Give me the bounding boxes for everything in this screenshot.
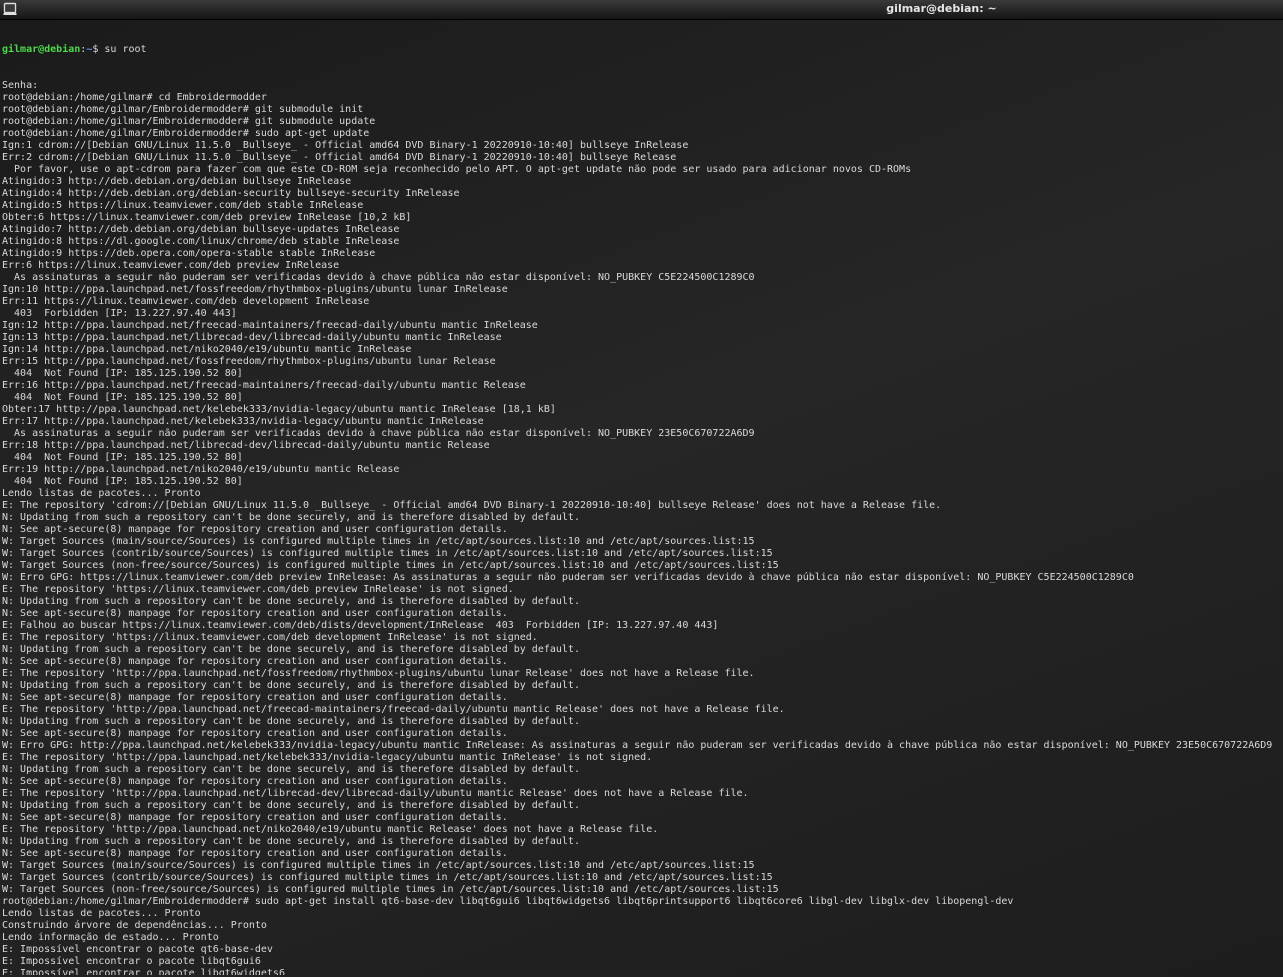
terminal-line: Atingido:9 https://deb.opera.com/opera-s…: [2, 248, 376, 259]
terminal-line: N: Updating from such a repository can't…: [2, 800, 580, 811]
prompt-line: gilmar@debian:~$ su root: [2, 44, 1281, 56]
terminal-line: root@debian:/home/gilmar/Embroidermodder…: [2, 896, 1014, 907]
terminal-line: Obter:17 http://ppa.launchpad.net/kelebe…: [2, 404, 556, 415]
terminal-line: W: Target Sources (main/source/Sources) …: [2, 860, 755, 871]
terminal-line: W: Target Sources (contrib/source/Source…: [2, 548, 773, 559]
terminal-line: Atingido:8 https://dl.google.com/linux/c…: [2, 236, 400, 247]
terminal-line: Ign:12 http://ppa.launchpad.net/freecad-…: [2, 320, 538, 331]
terminal-line: N: See apt-secure(8) manpage for reposit…: [2, 848, 508, 859]
terminal-line: W: Erro GPG: http://ppa.launchpad.net/ke…: [2, 740, 1273, 751]
terminal-line: E: The repository 'https://linux.teamvie…: [2, 584, 514, 595]
terminal-line: N: See apt-secure(8) manpage for reposit…: [2, 812, 508, 823]
terminal-line: Atingido:3 http://deb.debian.org/debian …: [2, 176, 352, 187]
terminal-line: Lendo listas de pacotes... Pronto: [2, 908, 201, 919]
terminal-line: Err:19 http://ppa.launchpad.net/niko2040…: [2, 464, 400, 475]
terminal-line: 404 Not Found [IP: 185.125.190.52 80]: [2, 392, 243, 403]
terminal-line: Obter:6 https://linux.teamviewer.com/deb…: [2, 212, 412, 223]
command-text: su root: [98, 44, 147, 55]
terminal-line: E: The repository 'http://ppa.launchpad.…: [2, 788, 749, 799]
terminal-line: root@debian:/home/gilmar# cd Embroidermo…: [2, 92, 267, 103]
terminal-line: Por favor, use o apt-cdrom para fazer co…: [2, 164, 912, 175]
window-title: gilmar@debian: ~: [886, 2, 997, 15]
terminal-line: Ign:13 http://ppa.launchpad.net/librecad…: [2, 332, 502, 343]
terminal-line: E: The repository 'http://ppa.launchpad.…: [2, 752, 653, 763]
terminal-line: Lendo listas de pacotes... Pronto: [2, 488, 201, 499]
terminal-line: Ign:14 http://ppa.launchpad.net/niko2040…: [2, 344, 412, 355]
terminal-line: N: See apt-secure(8) manpage for reposit…: [2, 524, 508, 535]
terminal-line: N: Updating from such a repository can't…: [2, 716, 580, 727]
terminal-window: gilmar@debian: ~ gilmar@debian:~$ su roo…: [0, 0, 1283, 977]
terminal-line: N: See apt-secure(8) manpage for reposit…: [2, 692, 508, 703]
terminal-line: N: Updating from such a repository can't…: [2, 596, 580, 607]
terminal-line: Senha:: [2, 80, 39, 91]
terminal-line: N: See apt-secure(8) manpage for reposit…: [2, 728, 508, 739]
terminal-line: Ign:1 cdrom://[Debian GNU/Linux 11.5.0 _…: [2, 140, 689, 151]
terminal-line: root@debian:/home/gilmar/Embroidermodder…: [2, 104, 364, 115]
terminal-line: Construindo árvore de dependências... Pr…: [2, 920, 267, 931]
terminal-line: E: Impossível encontrar o pacote libqt6g…: [2, 956, 261, 967]
terminal-line: E: The repository 'cdrom://[Debian GNU/L…: [2, 500, 942, 511]
terminal-line: E: The repository 'https://linux.teamvie…: [2, 632, 538, 643]
terminal-line: Atingido:7 http://deb.debian.org/debian …: [2, 224, 400, 235]
terminal-line: E: Impossível encontrar o pacote libqt6w…: [2, 968, 285, 975]
terminal-line: Err:17 http://ppa.launchpad.net/kelebek3…: [2, 416, 484, 427]
terminal-line: 404 Not Found [IP: 185.125.190.52 80]: [2, 476, 243, 487]
terminal-line: Atingido:4 http://deb.debian.org/debian-…: [2, 188, 460, 199]
terminal-line: N: Updating from such a repository can't…: [2, 764, 580, 775]
terminal-line: N: Updating from such a repository can't…: [2, 680, 580, 691]
terminal-line: N: Updating from such a repository can't…: [2, 836, 580, 847]
terminal-line: W: Target Sources (contrib/source/Source…: [2, 872, 773, 883]
terminal-line: E: The repository 'http://ppa.launchpad.…: [2, 668, 755, 679]
terminal-line: 404 Not Found [IP: 185.125.190.52 80]: [2, 368, 243, 379]
terminal-line: E: The repository 'http://ppa.launchpad.…: [2, 824, 659, 835]
terminal-line: E: Impossível encontrar o pacote qt6-bas…: [2, 944, 273, 955]
terminal-line: Err:6 https://linux.teamviewer.com/deb p…: [2, 260, 340, 271]
terminal-line: Ign:10 http://ppa.launchpad.net/fossfree…: [2, 284, 508, 295]
prompt-user: gilmar@debian: [2, 44, 81, 55]
terminal-line: N: See apt-secure(8) manpage for reposit…: [2, 776, 508, 787]
terminal-line: N: See apt-secure(8) manpage for reposit…: [2, 656, 508, 667]
terminal-line: W: Erro GPG: https://linux.teamviewer.co…: [2, 572, 1134, 583]
terminal-line: As assinaturas a seguir não puderam ser …: [2, 428, 755, 439]
terminal-line: W: Target Sources (non-free/source/Sourc…: [2, 560, 779, 571]
terminal-line: Lendo informação de estado... Pronto: [2, 932, 219, 943]
terminal-line: Err:16 http://ppa.launchpad.net/freecad-…: [2, 380, 526, 391]
terminal-line: E: The repository 'http://ppa.launchpad.…: [2, 704, 785, 715]
terminal-output[interactable]: gilmar@debian:~$ su root Senha: root@debi…: [2, 20, 1281, 975]
terminal-line: root@debian:/home/gilmar/Embroidermodder…: [2, 128, 370, 139]
terminal-line: N: Updating from such a repository can't…: [2, 512, 580, 523]
terminal-line: Err:11 https://linux.teamviewer.com/deb …: [2, 296, 370, 307]
terminal-line: 403 Forbidden [IP: 13.227.97.40 443]: [2, 308, 237, 319]
terminal-line: Err:15 http://ppa.launchpad.net/fossfree…: [2, 356, 496, 367]
terminal-line: root@debian:/home/gilmar/Embroidermodder…: [2, 116, 376, 127]
terminal-line: As assinaturas a seguir não puderam ser …: [2, 272, 755, 283]
terminal-line: Atingido:5 https://linux.teamviewer.com/…: [2, 200, 364, 211]
terminal-line: Err:2 cdrom://[Debian GNU/Linux 11.5.0 _…: [2, 152, 677, 163]
terminal-line: W: Target Sources (non-free/source/Sourc…: [2, 884, 779, 895]
terminal-line: W: Target Sources (main/source/Sources) …: [2, 536, 755, 547]
terminal-line: 404 Not Found [IP: 185.125.190.52 80]: [2, 452, 243, 463]
terminal-line: E: Falhou ao buscar https://linux.teamvi…: [2, 620, 719, 631]
terminal-line: N: See apt-secure(8) manpage for reposit…: [2, 608, 508, 619]
title-bar[interactable]: gilmar@debian: ~: [0, 0, 1283, 20]
terminal-line: N: Updating from such a repository can't…: [2, 644, 580, 655]
terminal-line: Err:18 http://ppa.launchpad.net/librecad…: [2, 440, 490, 451]
